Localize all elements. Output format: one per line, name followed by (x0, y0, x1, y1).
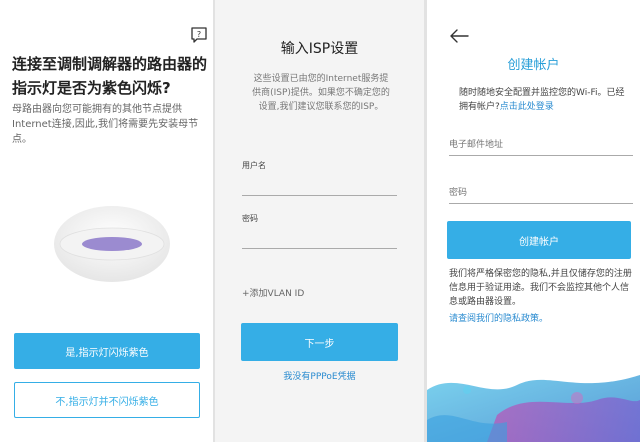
email-underline (449, 155, 633, 156)
page-title: 连接至调制调解器的路由器的指示灯是否为紫色闪烁? (12, 55, 208, 97)
page-description: 随时随地安全配置并监控您的Wi-Fi。已经拥有帐户?点击此处登录 (459, 86, 627, 114)
username-label: 用户名 (242, 161, 266, 170)
page-title: 创建帐户 (507, 58, 560, 73)
router-image (54, 206, 170, 282)
password-label: 密码 (242, 214, 258, 223)
svg-text:?: ? (197, 30, 201, 39)
no-purple-button[interactable]: 不,指示灯并不闪烁紫色 (14, 382, 200, 418)
create-account-button[interactable]: 创建帐户 (447, 221, 631, 259)
page-description: 母路由器向您可能拥有的其他节点提供Internet连接,因此,我们将需要先安装母… (12, 104, 199, 145)
watercolor-decoration (427, 375, 640, 442)
password-underline (449, 203, 633, 204)
yes-purple-button[interactable]: 是,指示灯闪烁紫色 (14, 333, 200, 369)
add-vlan-link[interactable]: +添加VLAN ID (242, 286, 304, 299)
panel-create-account: 创建帐户 随时随地安全配置并监控您的Wi-Fi。已经拥有帐户?点击此处登录 创建… (427, 0, 640, 442)
password-field[interactable] (242, 231, 397, 247)
panel-router-light-question: ? 连接至调制调解器的路由器的指示灯是否为紫色闪烁? 母路由器向您可能拥有的其他… (0, 0, 213, 442)
privacy-policy-link[interactable]: 请查阅我们的隐私政策。 (449, 311, 548, 324)
username-field[interactable] (242, 178, 397, 194)
page-title: 输入ISP设置 (280, 41, 359, 57)
page-description: 这些设置已由您的Internet服务提供商(ISP)提供。如果您不确定您的设置,… (252, 74, 390, 112)
next-button[interactable]: 下一步 (241, 323, 398, 361)
panel-isp-settings: 输入ISP设置 这些设置已由您的Internet服务提供商(ISP)提供。如果您… (215, 0, 424, 442)
question-bubble-icon[interactable]: ? (190, 26, 208, 44)
password-field[interactable] (449, 184, 633, 202)
login-link[interactable]: 点击此处登录 (500, 102, 554, 112)
privacy-text: 我们将严格保密您的隐私,并且仅储存您的注册信息用于验证用途。我们不会监控其他个人… (449, 269, 632, 307)
no-pppoe-link[interactable]: 我没有PPPoE凭据 (215, 369, 424, 382)
email-field[interactable] (449, 136, 633, 154)
password-underline (242, 248, 397, 249)
username-underline (242, 195, 397, 196)
arrow-left-icon[interactable] (449, 28, 469, 44)
